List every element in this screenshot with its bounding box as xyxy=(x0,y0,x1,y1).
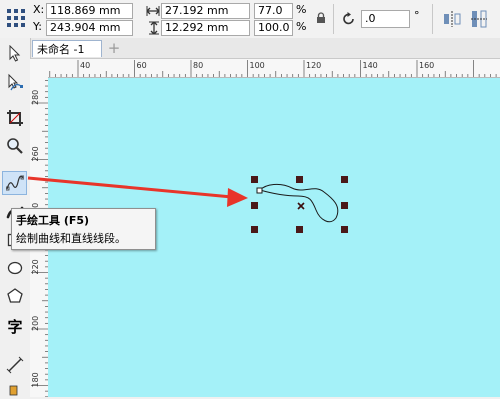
ruler-tick-label: 220 xyxy=(31,259,40,274)
x-label: X: xyxy=(33,3,45,16)
document-tab[interactable]: 未命名 -1 xyxy=(32,40,102,57)
polygon-icon[interactable] xyxy=(7,288,23,303)
tool-tooltip: 手绘工具 (F5) 绘制曲线和直线线段。 xyxy=(11,208,156,250)
rotation-angle-field[interactable]: .0 xyxy=(361,10,410,28)
y-position-field[interactable]: 243.904 mm xyxy=(46,20,133,36)
dimension-icon[interactable] xyxy=(6,356,24,374)
crop-icon[interactable] xyxy=(6,109,24,127)
ruler-tick-label: 100 xyxy=(250,61,265,70)
object-origin-icon[interactable] xyxy=(5,7,27,29)
text-icon[interactable]: 字 xyxy=(6,318,24,336)
selection-handle-bottom-center[interactable] xyxy=(296,226,303,233)
x-position-field[interactable]: 118.869 mm xyxy=(46,3,133,19)
ruler-tick-label: 180 xyxy=(31,372,40,387)
height-icon xyxy=(148,21,160,35)
selection-handle-top-left[interactable] xyxy=(251,176,258,183)
selection-handle-middle-left[interactable] xyxy=(251,202,258,209)
arrow-pointer-icon[interactable] xyxy=(7,44,23,63)
tooltip-description: 绘制曲线和直线线段。 xyxy=(16,232,126,245)
width-icon xyxy=(146,5,160,17)
width-field[interactable]: 27.192 mm xyxy=(161,3,250,19)
scale-x-percent: % xyxy=(296,3,307,16)
scale-x-field[interactable]: 77.0 xyxy=(254,3,293,19)
mirror-vertical-icon[interactable] xyxy=(470,10,488,28)
freehand-icon xyxy=(5,175,25,192)
selection-handle-bottom-right[interactable] xyxy=(341,226,348,233)
degree-symbol: ° xyxy=(414,9,420,22)
scale-y-field[interactable]: 100.0 xyxy=(254,20,293,36)
ruler-tick-label: 160 xyxy=(419,61,434,70)
ruler-tick-label: 260 xyxy=(31,146,40,161)
selection-handle-middle-right[interactable] xyxy=(341,202,348,209)
ruler-tick-label: 200 xyxy=(31,316,40,331)
curve-start-node[interactable] xyxy=(256,187,263,194)
ellipse-icon[interactable] xyxy=(7,261,23,275)
horizontal-ruler[interactable]: 40 60 80 100 120 140 160 xyxy=(30,59,500,78)
mirror-horizontal-icon[interactable] xyxy=(443,10,461,28)
rotate-icon xyxy=(342,12,356,26)
shape-node-icon[interactable] xyxy=(6,73,24,93)
ruler-tick-label: 60 xyxy=(137,61,147,70)
document-tab-bar: 未命名 -1 + xyxy=(30,38,500,59)
scale-y-percent: % xyxy=(296,20,307,33)
lock-ratio-icon[interactable] xyxy=(316,12,326,24)
selection-handle-bottom-left[interactable] xyxy=(251,226,258,233)
selection-handle-top-center[interactable] xyxy=(296,176,303,183)
ruler-tick-label: 80 xyxy=(193,61,203,70)
center-marker[interactable] xyxy=(297,202,305,210)
add-tab-button[interactable]: + xyxy=(106,40,122,57)
zoom-icon[interactable] xyxy=(6,137,24,155)
ruler-tick-label: 280 xyxy=(31,90,40,105)
y-label: Y: xyxy=(33,20,42,33)
ruler-tick-label: 40 xyxy=(80,61,90,70)
property-bar: X: 118.869 mm Y: 243.904 mm 27.192 mm 12… xyxy=(0,0,500,39)
tooltip-title: 手绘工具 (F5) xyxy=(16,214,90,227)
ruler-tick-label: 140 xyxy=(363,61,378,70)
freehand-tool-button[interactable] xyxy=(2,171,27,195)
height-field[interactable]: 12.292 mm xyxy=(161,20,250,36)
selection-handle-top-right[interactable] xyxy=(341,176,348,183)
fill-icon[interactable] xyxy=(8,384,20,396)
ruler-tick-label: 120 xyxy=(306,61,321,70)
divider xyxy=(333,4,334,34)
divider xyxy=(432,4,433,34)
